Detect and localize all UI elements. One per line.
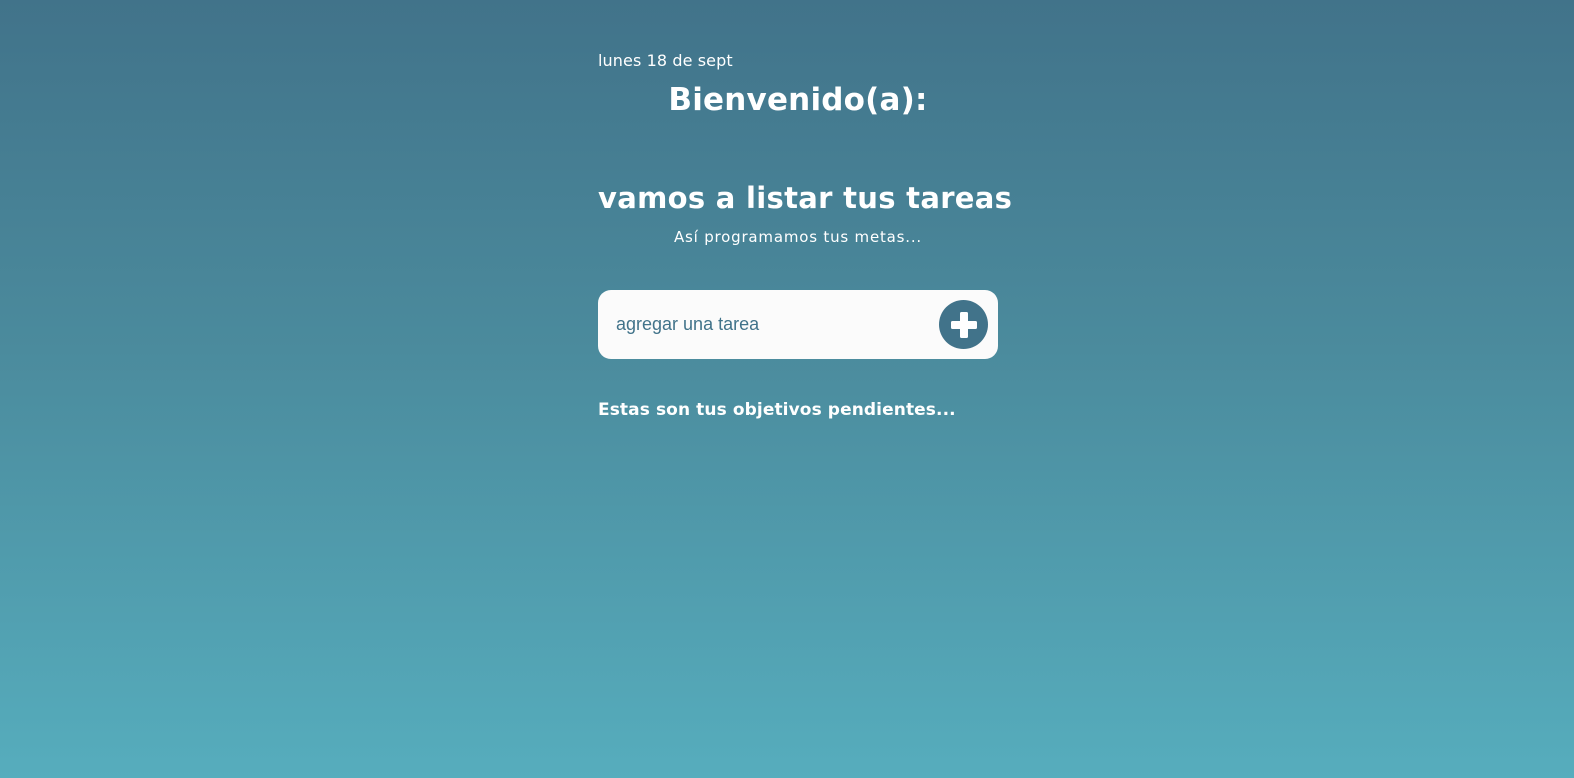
current-date: lunes 18 de sept [598,51,733,70]
task-input[interactable] [616,307,926,341]
welcome-title: Bienvenido(a): [668,82,928,118]
add-task-button[interactable] [939,300,988,349]
intro-headline: vamos a listar tus tareas [598,181,1013,215]
app-background: lunes 18 de sept Bienvenido(a): vamos a … [0,0,1574,778]
plus-icon [950,311,977,338]
intro-subhead: Así programamos tus metas... [673,228,922,246]
pending-tasks-title: Estas son tus objetivos pendientes... [598,400,956,420]
add-task-form [598,290,998,359]
